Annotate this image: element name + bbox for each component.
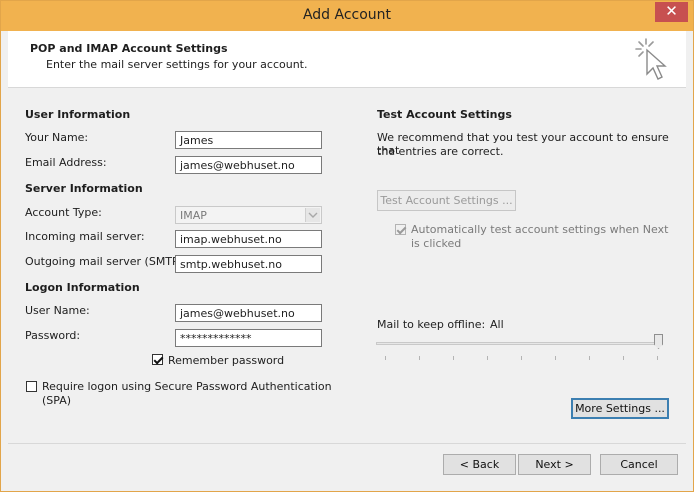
slider-tick xyxy=(385,356,386,360)
close-button[interactable]: ✕ xyxy=(655,2,688,22)
footer-divider xyxy=(8,443,686,444)
cursor-click-icon xyxy=(635,38,667,80)
chevron-down-icon xyxy=(305,208,320,222)
spa-label: Require logon using Secure Password Auth… xyxy=(42,380,332,393)
remember-password-checkbox[interactable] xyxy=(152,354,163,365)
your-name-label: Your Name: xyxy=(25,131,89,144)
email-address-field[interactable]: james@webhuset.no xyxy=(175,156,322,174)
test-settings-heading: Test Account Settings xyxy=(377,108,512,121)
slider-tick xyxy=(419,356,420,360)
slider-tick xyxy=(453,356,454,360)
password-field[interactable]: ************* xyxy=(175,329,322,347)
offline-label: Mail to keep offline: xyxy=(377,318,486,331)
outgoing-server-field[interactable]: smtp.webhuset.no xyxy=(175,255,322,273)
spa-checkbox[interactable] xyxy=(26,381,37,392)
cancel-button[interactable]: Cancel xyxy=(600,454,678,475)
user-name-field[interactable]: james@webhuset.no xyxy=(175,304,322,322)
account-type-label: Account Type: xyxy=(25,206,102,219)
slider-tick xyxy=(657,356,658,360)
email-address-label: Email Address: xyxy=(25,156,107,169)
remember-password-label: Remember password xyxy=(168,354,285,367)
slider-tick xyxy=(623,356,624,360)
slider-tick xyxy=(521,356,522,360)
auto-test-label-line2: is clicked xyxy=(411,237,462,250)
window-title: Add Account xyxy=(302,7,392,23)
password-label: Password: xyxy=(25,329,81,342)
logon-info-heading: Logon Information xyxy=(25,281,140,294)
add-account-window: Add Account ✕ POP and IMAP Account Setti… xyxy=(0,0,694,492)
slider-tick xyxy=(555,356,556,360)
your-name-field[interactable]: James xyxy=(175,131,322,149)
wizard-header: POP and IMAP Account Settings Enter the … xyxy=(8,31,686,88)
header-subtitle: Enter the mail server settings for your … xyxy=(46,58,308,71)
auto-test-checkbox[interactable] xyxy=(395,224,406,235)
header-title: POP and IMAP Account Settings xyxy=(30,42,228,55)
slider-tick xyxy=(487,356,488,360)
account-type-value: IMAP xyxy=(180,209,207,222)
auto-test-label-line1: Automatically test account settings when… xyxy=(411,223,669,236)
outgoing-server-label: Outgoing mail server (SMTP): xyxy=(25,255,187,268)
test-description-line2: the entries are correct. xyxy=(377,145,504,158)
offline-slider-track[interactable] xyxy=(376,342,661,345)
offline-value: All xyxy=(490,318,504,331)
test-account-settings-button[interactable]: Test Account Settings ... xyxy=(377,190,516,211)
title-bar: Add Account ✕ xyxy=(1,1,693,31)
user-info-heading: User Information xyxy=(25,108,131,121)
incoming-server-label: Incoming mail server: xyxy=(25,230,145,243)
more-settings-button[interactable]: More Settings ... xyxy=(571,398,669,419)
back-button[interactable]: < Back xyxy=(443,454,516,475)
close-icon: ✕ xyxy=(665,2,678,20)
next-button[interactable]: Next > xyxy=(518,454,591,475)
server-info-heading: Server Information xyxy=(25,182,143,195)
user-name-label: User Name: xyxy=(25,304,90,317)
incoming-server-field[interactable]: imap.webhuset.no xyxy=(175,230,322,248)
slider-tick xyxy=(589,356,590,360)
account-type-select: IMAP xyxy=(175,206,322,224)
spa-label-line2: (SPA) xyxy=(42,394,72,407)
offline-slider-thumb[interactable] xyxy=(654,334,663,349)
